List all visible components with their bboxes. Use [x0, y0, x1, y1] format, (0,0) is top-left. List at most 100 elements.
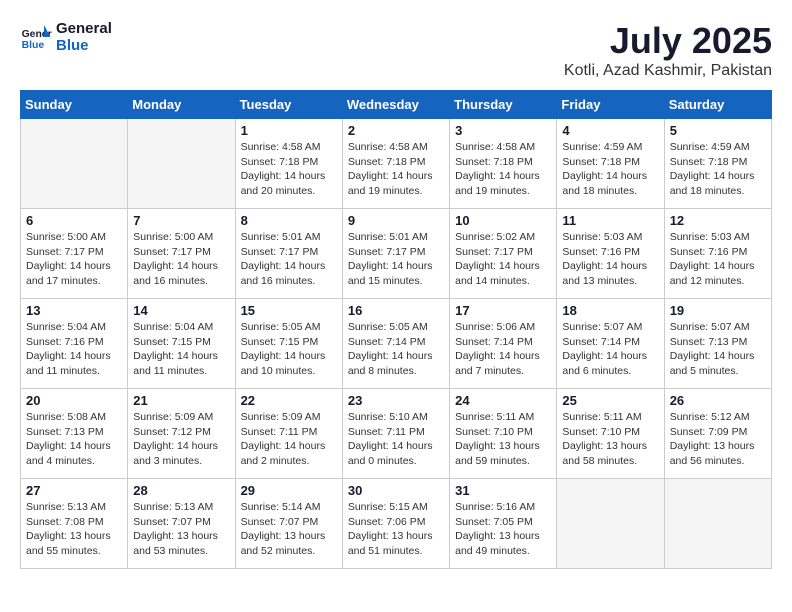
- calendar-cell: [21, 119, 128, 209]
- day-number: 10: [455, 213, 551, 228]
- calendar-cell: 10 Sunrise: 5:02 AMSunset: 7:17 PMDayligh…: [450, 209, 557, 299]
- day-info: Sunrise: 5:12 AMSunset: 7:09 PMDaylight:…: [670, 410, 766, 469]
- day-number: 9: [348, 213, 444, 228]
- day-number: 3: [455, 123, 551, 138]
- day-number: 4: [562, 123, 658, 138]
- calendar-cell: 15 Sunrise: 5:05 AMSunset: 7:15 PMDayligh…: [235, 299, 342, 389]
- logo-icon: General Blue: [20, 21, 52, 53]
- weekday-header-row: SundayMondayTuesdayWednesdayThursdayFrid…: [21, 91, 772, 119]
- calendar-cell: 28 Sunrise: 5:13 AMSunset: 7:07 PMDayligh…: [128, 479, 235, 569]
- day-number: 11: [562, 213, 658, 228]
- day-info: Sunrise: 5:04 AMSunset: 7:15 PMDaylight:…: [133, 320, 229, 379]
- day-number: 8: [241, 213, 337, 228]
- calendar-cell: 9 Sunrise: 5:01 AMSunset: 7:17 PMDaylight…: [342, 209, 449, 299]
- day-info: Sunrise: 5:16 AMSunset: 7:05 PMDaylight:…: [455, 500, 551, 559]
- day-number: 31: [455, 483, 551, 498]
- day-info: Sunrise: 5:01 AMSunset: 7:17 PMDaylight:…: [241, 230, 337, 289]
- day-info: Sunrise: 5:13 AMSunset: 7:07 PMDaylight:…: [133, 500, 229, 559]
- title-block: July 2025 Kotli, Azad Kashmir, Pakistan: [564, 20, 772, 80]
- day-number: 1: [241, 123, 337, 138]
- calendar-cell: 29Sunrise: 5:14 AMSunset: 7:07 PMDayligh…: [235, 479, 342, 569]
- day-number: 29: [241, 483, 337, 498]
- day-number: 23: [348, 393, 444, 408]
- day-info: Sunrise: 5:06 AMSunset: 7:14 PMDaylight:…: [455, 320, 551, 379]
- day-number: 28: [133, 483, 229, 498]
- day-info: Sunrise: 5:01 AMSunset: 7:17 PMDaylight:…: [348, 230, 444, 289]
- calendar-week-row: 27 Sunrise: 5:13 AMSunset: 7:08 PMDayligh…: [21, 479, 772, 569]
- day-number: 7: [133, 213, 229, 228]
- day-number: 14: [133, 303, 229, 318]
- day-info: Sunrise: 4:59 AMSunset: 7:18 PMDaylight:…: [562, 140, 658, 199]
- calendar-cell: 4 Sunrise: 4:59 AMSunset: 7:18 PMDaylight…: [557, 119, 664, 209]
- day-info: Sunrise: 5:03 AMSunset: 7:16 PMDaylight:…: [562, 230, 658, 289]
- calendar-week-row: 1 Sunrise: 4:58 AMSunset: 7:18 PMDaylight…: [21, 119, 772, 209]
- day-number: 6: [26, 213, 122, 228]
- calendar-cell: 2 Sunrise: 4:58 AMSunset: 7:18 PMDaylight…: [342, 119, 449, 209]
- weekday-header: Friday: [557, 91, 664, 119]
- day-number: 5: [670, 123, 766, 138]
- calendar-cell: 25 Sunrise: 5:11 AMSunset: 7:10 PMDayligh…: [557, 389, 664, 479]
- day-number: 25: [562, 393, 658, 408]
- calendar-week-row: 20 Sunrise: 5:08 AMSunset: 7:13 PMDayligh…: [21, 389, 772, 479]
- day-info: Sunrise: 5:13 AMSunset: 7:08 PMDaylight:…: [26, 500, 122, 559]
- day-number: 17: [455, 303, 551, 318]
- day-number: 19: [670, 303, 766, 318]
- calendar-cell: 13 Sunrise: 5:04 AMSunset: 7:16 PMDayligh…: [21, 299, 128, 389]
- day-number: 20: [26, 393, 122, 408]
- calendar-cell: [557, 479, 664, 569]
- day-info: Sunrise: 5:05 AMSunset: 7:15 PMDaylight:…: [241, 320, 337, 379]
- calendar-cell: 24Sunrise: 5:11 AMSunset: 7:10 PMDayligh…: [450, 389, 557, 479]
- day-info: Sunrise: 5:04 AMSunset: 7:16 PMDaylight:…: [26, 320, 122, 379]
- weekday-header: Wednesday: [342, 91, 449, 119]
- day-number: 15: [241, 303, 337, 318]
- calendar-cell: 30 Sunrise: 5:15 AMSunset: 7:06 PMDayligh…: [342, 479, 449, 569]
- day-number: 27: [26, 483, 122, 498]
- calendar-cell: 17 Sunrise: 5:06 AMSunset: 7:14 PMDayligh…: [450, 299, 557, 389]
- calendar-week-row: 6 Sunrise: 5:00 AMSunset: 7:17 PMDaylight…: [21, 209, 772, 299]
- calendar-cell: 14 Sunrise: 5:04 AMSunset: 7:15 PMDayligh…: [128, 299, 235, 389]
- weekday-header: Monday: [128, 91, 235, 119]
- day-number: 2: [348, 123, 444, 138]
- day-number: 30: [348, 483, 444, 498]
- logo: General Blue General Blue: [20, 20, 112, 54]
- day-number: 12: [670, 213, 766, 228]
- location-title: Kotli, Azad Kashmir, Pakistan: [564, 62, 772, 80]
- calendar-cell: 6 Sunrise: 5:00 AMSunset: 7:17 PMDaylight…: [21, 209, 128, 299]
- day-info: Sunrise: 5:05 AMSunset: 7:14 PMDaylight:…: [348, 320, 444, 379]
- weekday-header: Sunday: [21, 91, 128, 119]
- calendar-week-row: 13 Sunrise: 5:04 AMSunset: 7:16 PMDayligh…: [21, 299, 772, 389]
- day-info: Sunrise: 5:07 AMSunset: 7:14 PMDaylight:…: [562, 320, 658, 379]
- calendar-cell: 22Sunrise: 5:09 AMSunset: 7:11 PMDayligh…: [235, 389, 342, 479]
- day-info: Sunrise: 5:11 AMSunset: 7:10 PMDaylight:…: [562, 410, 658, 469]
- day-info: Sunrise: 5:00 AMSunset: 7:17 PMDaylight:…: [26, 230, 122, 289]
- day-number: 16: [348, 303, 444, 318]
- day-info: Sunrise: 5:00 AMSunset: 7:17 PMDaylight:…: [133, 230, 229, 289]
- calendar-cell: 26 Sunrise: 5:12 AMSunset: 7:09 PMDayligh…: [664, 389, 771, 479]
- calendar-table: SundayMondayTuesdayWednesdayThursdayFrid…: [20, 90, 772, 569]
- svg-text:Blue: Blue: [22, 40, 45, 51]
- weekday-header: Saturday: [664, 91, 771, 119]
- calendar-cell: 16 Sunrise: 5:05 AMSunset: 7:14 PMDayligh…: [342, 299, 449, 389]
- calendar-cell: 11 Sunrise: 5:03 AMSunset: 7:16 PMDayligh…: [557, 209, 664, 299]
- calendar-cell: 19Sunrise: 5:07 AMSunset: 7:13 PMDayligh…: [664, 299, 771, 389]
- day-info: Sunrise: 5:02 AMSunset: 7:17 PMDaylight:…: [455, 230, 551, 289]
- calendar-cell: 31 Sunrise: 5:16 AMSunset: 7:05 PMDayligh…: [450, 479, 557, 569]
- weekday-header: Tuesday: [235, 91, 342, 119]
- day-info: Sunrise: 4:58 AMSunset: 7:18 PMDaylight:…: [455, 140, 551, 199]
- calendar-cell: 23 Sunrise: 5:10 AMSunset: 7:11 PMDayligh…: [342, 389, 449, 479]
- day-number: 24: [455, 393, 551, 408]
- day-info: Sunrise: 5:10 AMSunset: 7:11 PMDaylight:…: [348, 410, 444, 469]
- day-info: Sunrise: 4:58 AMSunset: 7:18 PMDaylight:…: [241, 140, 337, 199]
- month-title: July 2025: [564, 20, 772, 62]
- calendar-cell: [128, 119, 235, 209]
- calendar-cell: 18Sunrise: 5:07 AMSunset: 7:14 PMDayligh…: [557, 299, 664, 389]
- logo-line1: General: [56, 20, 112, 37]
- day-info: Sunrise: 5:08 AMSunset: 7:13 PMDaylight:…: [26, 410, 122, 469]
- calendar-cell: [664, 479, 771, 569]
- day-number: 13: [26, 303, 122, 318]
- day-number: 26: [670, 393, 766, 408]
- day-info: Sunrise: 4:59 AMSunset: 7:18 PMDaylight:…: [670, 140, 766, 199]
- day-info: Sunrise: 5:15 AMSunset: 7:06 PMDaylight:…: [348, 500, 444, 559]
- day-number: 21: [133, 393, 229, 408]
- day-info: Sunrise: 4:58 AMSunset: 7:18 PMDaylight:…: [348, 140, 444, 199]
